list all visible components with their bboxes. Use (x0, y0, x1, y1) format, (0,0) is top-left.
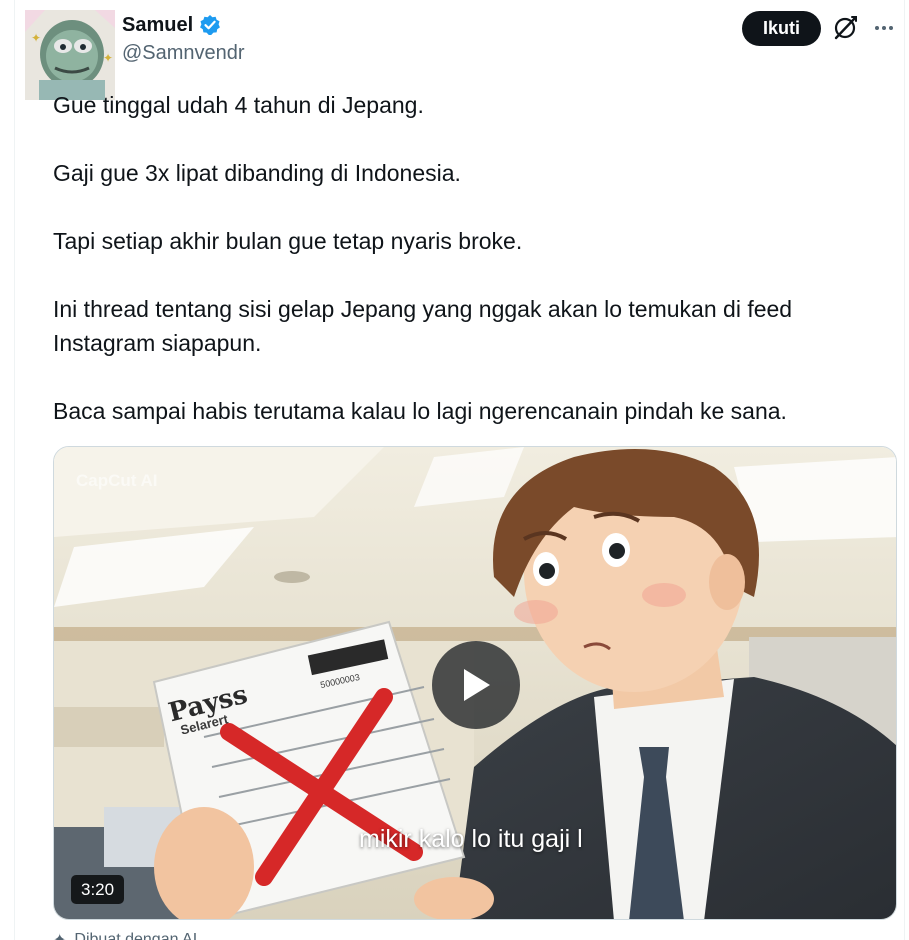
verified-badge-icon (199, 14, 221, 36)
sparkle-icon: ✦ (53, 930, 66, 940)
video-subtitle: mikir kalo lo itu gaji l (359, 825, 583, 853)
svg-text:✦: ✦ (103, 51, 113, 65)
video-watermark: CapCut AI (76, 471, 158, 490)
more-options-icon[interactable] (870, 17, 898, 39)
tweet-paragraph: Gue tinggal udah 4 tahun di Jepang. (53, 92, 424, 118)
play-button[interactable] (432, 641, 520, 729)
tweet-paragraph: Ini thread tentang sisi gelap Jepang yan… (53, 296, 793, 356)
ai-generated-text: Dibuat dengan AI (74, 931, 198, 940)
ai-generated-label: ✦ Dibuat dengan AI (53, 930, 197, 940)
follow-button[interactable]: Ikuti (742, 11, 821, 46)
author-name-row[interactable]: Samuel (122, 13, 221, 37)
author-handle[interactable]: @Samnvendr (122, 42, 245, 65)
tweet-card: ✦ ✦ Samuel @Samnvendr Ikuti Gue tinggal … (14, 0, 905, 940)
grok-icon[interactable] (831, 14, 859, 42)
svg-text:✦: ✦ (31, 31, 41, 45)
avatar[interactable]: ✦ ✦ (25, 10, 115, 100)
tweet-paragraph: Gaji gue 3x lipat dibanding di Indonesia… (53, 160, 461, 186)
tweet-text: Gue tinggal udah 4 tahun di Jepang. Gaji… (53, 88, 873, 428)
author-name[interactable]: Samuel (122, 14, 193, 37)
play-icon (464, 669, 490, 701)
tweet-paragraph: Tapi setiap akhir bulan gue tetap nyaris… (53, 228, 523, 254)
tweet-paragraph: Baca sampai habis terutama kalau lo lagi… (53, 398, 787, 424)
video-duration: 3:20 (71, 875, 125, 904)
video-player[interactable]: CapCut AI Payss Selarert 50000003 mikir … (53, 446, 897, 920)
